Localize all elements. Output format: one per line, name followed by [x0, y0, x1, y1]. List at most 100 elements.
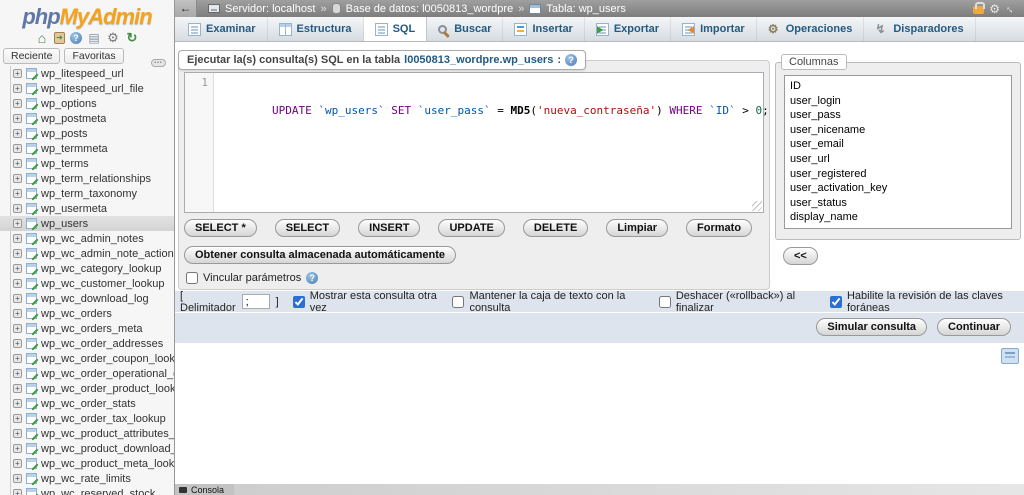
- tab[interactable]: Examinar: [177, 17, 268, 41]
- query-legend-table-link[interactable]: l0050813_wordpre.wp_users: [404, 54, 553, 66]
- tab[interactable]: Importar: [671, 17, 757, 41]
- table-tree-item[interactable]: wp_litespeed_url: [0, 66, 174, 81]
- expand-icon[interactable]: [13, 489, 22, 495]
- table-name[interactable]: wp_wc_download_log: [41, 293, 149, 305]
- query-template-button[interactable]: Limpiar: [606, 219, 668, 237]
- query-template-button[interactable]: DELETE: [523, 219, 588, 237]
- inline-query-box-icon[interactable]: [1001, 348, 1019, 364]
- expand-icon[interactable]: [13, 129, 22, 138]
- table-tree-item[interactable]: wp_wc_download_log: [0, 291, 174, 306]
- table-name[interactable]: wp_wc_product_attributes_lookup: [41, 428, 174, 440]
- expand-icon[interactable]: [13, 174, 22, 183]
- expand-icon[interactable]: [13, 189, 22, 198]
- gear-icon[interactable]: ⚙: [989, 2, 1000, 16]
- query-template-button[interactable]: SELECT: [275, 219, 340, 237]
- option-checkbox[interactable]: [830, 296, 842, 308]
- table-tree-item[interactable]: wp_options: [0, 96, 174, 111]
- option-checkbox[interactable]: [452, 296, 464, 308]
- table-name[interactable]: wp_wc_order_addresses: [41, 338, 163, 350]
- tab[interactable]: Insertar: [503, 17, 584, 41]
- expand-icon[interactable]: [13, 399, 22, 408]
- expand-icon[interactable]: [13, 99, 22, 108]
- table-name[interactable]: wp_postmeta: [41, 113, 106, 125]
- tab[interactable]: Buscar: [427, 17, 503, 41]
- table-tree-item[interactable]: wp_wc_order_product_lookup: [0, 381, 174, 396]
- table-tree-item[interactable]: wp_usermeta: [0, 201, 174, 216]
- table-tree-item[interactable]: wp_postmeta: [0, 111, 174, 126]
- get-stored-query-button[interactable]: Obtener consulta almacenada automáticame…: [184, 246, 456, 264]
- expand-icon[interactable]: [13, 339, 22, 348]
- table-tree-item[interactable]: wp_termmeta: [0, 141, 174, 156]
- table-name[interactable]: wp_wc_orders: [41, 308, 112, 320]
- column-option[interactable]: user_activation_key: [790, 181, 1006, 196]
- table-name[interactable]: wp_terms: [41, 158, 89, 170]
- option-checkbox[interactable]: [293, 296, 305, 308]
- expand-icon[interactable]: ↔: [1002, 0, 1018, 16]
- column-option[interactable]: ID: [790, 79, 1006, 94]
- column-option[interactable]: user_nicename: [790, 123, 1006, 138]
- table-tree-item[interactable]: wp_wc_order_tax_lookup: [0, 411, 174, 426]
- continue-button[interactable]: Continuar: [937, 318, 1011, 336]
- expand-icon[interactable]: [13, 249, 22, 258]
- table-tree-item[interactable]: wp_posts: [0, 126, 174, 141]
- table-tree-item[interactable]: wp_wc_order_addresses: [0, 336, 174, 351]
- expand-icon[interactable]: [13, 309, 22, 318]
- table-name[interactable]: wp_wc_product_download_directories: [41, 443, 174, 455]
- expand-icon[interactable]: [13, 114, 22, 123]
- table-name[interactable]: wp_wc_order_stats: [41, 398, 136, 410]
- query-template-button[interactable]: UPDATE: [438, 219, 504, 237]
- expand-icon[interactable]: [13, 279, 22, 288]
- table-name[interactable]: wp_wc_order_tax_lookup: [41, 413, 166, 425]
- table-name[interactable]: wp_options: [41, 98, 97, 110]
- table-tree-item[interactable]: wp_wc_customer_lookup: [0, 276, 174, 291]
- sidebar-toolbar-icon[interactable]: [70, 32, 82, 44]
- column-option[interactable]: user_pass: [790, 108, 1006, 123]
- table-name[interactable]: wp_wc_order_product_lookup: [41, 383, 174, 395]
- table-tree-item[interactable]: wp_wc_rate_limits: [0, 471, 174, 486]
- table-tree-item[interactable]: wp_wc_product_download_directories: [0, 441, 174, 456]
- table-tree-item[interactable]: wp_users: [0, 216, 174, 231]
- table-name[interactable]: wp_litespeed_url_file: [41, 83, 144, 95]
- query-template-button[interactable]: INSERT: [358, 219, 420, 237]
- breadcrumb-table[interactable]: Tabla: wp_users: [546, 3, 626, 15]
- table-name[interactable]: wp_term_relationships: [41, 173, 151, 185]
- table-name[interactable]: wp_wc_admin_note_actions: [41, 248, 174, 260]
- back-button[interactable]: ←: [175, 0, 197, 17]
- expand-icon[interactable]: [13, 369, 22, 378]
- expand-icon[interactable]: [13, 429, 22, 438]
- expand-icon[interactable]: [13, 159, 22, 168]
- table-name[interactable]: wp_usermeta: [41, 203, 107, 215]
- tab[interactable]: Disparadores: [864, 17, 975, 41]
- table-tree-item[interactable]: wp_terms: [0, 156, 174, 171]
- expand-icon[interactable]: [13, 219, 22, 228]
- console-toggle[interactable]: Consola: [175, 484, 234, 495]
- expand-icon[interactable]: [13, 324, 22, 333]
- table-name[interactable]: wp_wc_orders_meta: [41, 323, 143, 335]
- option-checkbox[interactable]: [659, 296, 671, 308]
- sidebar-toolbar-icon[interactable]: [54, 32, 65, 44]
- tab[interactable]: Operaciones: [757, 17, 865, 41]
- expand-icon[interactable]: [13, 144, 22, 153]
- column-option[interactable]: user_email: [790, 137, 1006, 152]
- sidebar-toolbar-icon[interactable]: [125, 31, 139, 45]
- sidebar-toolbar-icon[interactable]: [87, 31, 101, 45]
- expand-icon[interactable]: [13, 84, 22, 93]
- table-name[interactable]: wp_wc_rate_limits: [41, 473, 131, 485]
- sidebar-quick-tab[interactable]: Favoritas: [64, 48, 123, 64]
- expand-icon[interactable]: [13, 204, 22, 213]
- table-tree-item[interactable]: wp_term_taxonomy: [0, 186, 174, 201]
- table-tree-item[interactable]: wp_wc_reserved_stock: [0, 486, 174, 495]
- table-name[interactable]: wp_wc_category_lookup: [41, 263, 161, 275]
- expand-icon[interactable]: [13, 474, 22, 483]
- table-tree-item[interactable]: wp_wc_orders: [0, 306, 174, 321]
- table-name[interactable]: wp_posts: [41, 128, 87, 140]
- delimiter-input[interactable]: [242, 294, 270, 309]
- help-icon[interactable]: ?: [565, 54, 577, 66]
- query-template-button[interactable]: Formato: [686, 219, 752, 237]
- breadcrumb-server[interactable]: Servidor: localhost: [225, 3, 316, 15]
- sidebar-toolbar-icon[interactable]: [35, 31, 49, 45]
- table-tree-item[interactable]: wp_litespeed_url_file: [0, 81, 174, 96]
- tab[interactable]: SQL: [364, 17, 428, 41]
- expand-icon[interactable]: [13, 384, 22, 393]
- columns-listbox[interactable]: IDuser_loginuser_passuser_nicenameuser_e…: [784, 75, 1012, 229]
